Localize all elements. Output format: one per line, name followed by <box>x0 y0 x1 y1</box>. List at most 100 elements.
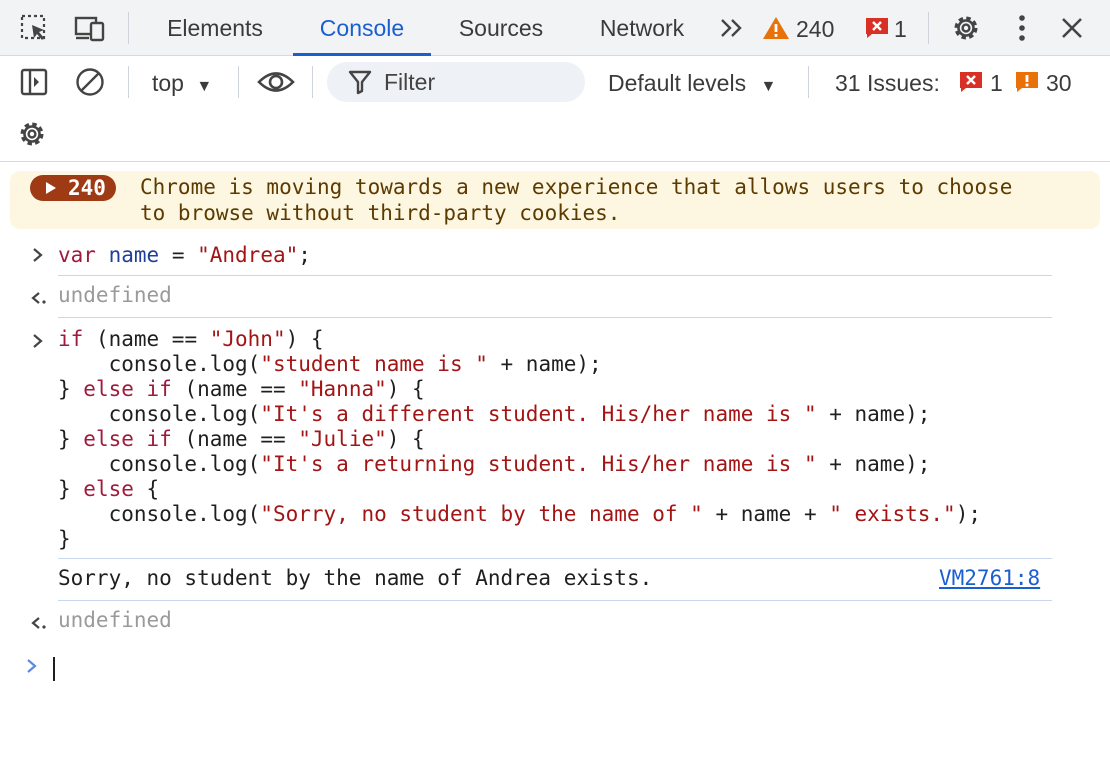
code-keyword: else if <box>83 377 172 401</box>
console-command-line[interactable]: } else { <box>58 477 159 502</box>
settings-gear-icon[interactable] <box>950 12 982 44</box>
console-prompt-chevron-icon <box>24 655 40 683</box>
clear-console-icon[interactable] <box>74 66 106 98</box>
return-value-arrow-icon <box>30 612 48 640</box>
close-icon[interactable] <box>1056 12 1088 44</box>
code-text: + name); <box>816 402 931 426</box>
console-toolbar: top ▼ Filter Default levels ▼ 31 Issues:… <box>0 56 1110 162</box>
error-icon <box>861 12 893 44</box>
code-text: ); <box>955 502 981 526</box>
issues-label[interactable]: 31 Issues: <box>835 68 940 98</box>
sidebar-toggle-icon[interactable] <box>18 66 50 98</box>
tab-console-label: Console <box>319 15 405 41</box>
code-keyword: var <box>58 243 96 267</box>
code-text: { <box>133 477 160 501</box>
warnings-count[interactable]: 240 <box>796 0 834 56</box>
text-cursor <box>53 657 55 681</box>
filter-placeholder: Filter <box>384 69 436 95</box>
code-text: console.log( <box>58 402 261 426</box>
console-command-line[interactable]: console.log("student name is " + name); <box>58 352 602 377</box>
console-command-line[interactable]: } else if (name == "Hanna") { <box>58 377 425 402</box>
tab-elements-label: Elements <box>167 15 263 41</box>
code-string: " exists." <box>829 502 956 526</box>
chevron-down-icon: ▼ <box>196 78 213 95</box>
code-keyword: if <box>58 327 84 351</box>
console-settings-gear-icon[interactable] <box>16 118 48 150</box>
code-text: } <box>58 377 84 401</box>
console-command-line[interactable]: if (name == "John") { <box>58 327 324 352</box>
code-keyword: else <box>83 477 134 501</box>
issues-warnings-count: 30 <box>1046 70 1072 96</box>
issues-error-icon[interactable] <box>958 66 984 98</box>
entry-divider <box>58 600 1052 601</box>
code-text: ) { <box>386 377 425 401</box>
entry-divider <box>58 558 1052 559</box>
console-command-line[interactable]: console.log("It's a returning student. H… <box>58 452 931 477</box>
divider <box>312 66 313 98</box>
chevron-down-icon: ▼ <box>760 78 777 95</box>
code-string: "John" <box>209 327 286 351</box>
code-text: ) { <box>285 327 324 351</box>
errors-count[interactable]: 1 <box>894 0 907 56</box>
more-options-icon[interactable] <box>1006 12 1038 44</box>
context-selector[interactable]: top ▼ <box>152 68 212 102</box>
input-chevron-icon <box>30 244 46 272</box>
code-text: } <box>58 527 71 551</box>
code-text: } <box>58 477 84 501</box>
devtools-tab-bar: Elements Console Sources Network 240 1 <box>0 0 1110 56</box>
context-selector-label: top <box>152 70 184 96</box>
device-toolbar-icon[interactable] <box>74 12 106 44</box>
tab-sources-label: Sources <box>458 15 544 41</box>
code-text: (name == <box>171 427 299 451</box>
warning-line-2: to browse without third-party cookies. <box>140 201 621 225</box>
divider <box>128 66 129 98</box>
issues-warning-icon[interactable] <box>1014 66 1040 98</box>
code-text: ) { <box>386 427 425 451</box>
code-string: "Andrea" <box>197 243 299 267</box>
inspect-element-icon[interactable] <box>18 12 50 44</box>
code-string: "Julie" <box>298 427 387 451</box>
code-variable: name <box>108 243 160 267</box>
code-text: (name == <box>83 327 210 351</box>
console-input[interactable] <box>50 650 1090 690</box>
code-text: } <box>58 427 84 451</box>
code-text: console.log( <box>58 452 261 476</box>
console-command-line[interactable]: } <box>58 527 71 552</box>
tab-console[interactable]: Console <box>293 0 431 56</box>
console-command-line[interactable]: } else if (name == "Julie") { <box>58 427 425 452</box>
input-chevron-icon <box>30 330 46 358</box>
warning-badge-count: 240 <box>68 176 106 200</box>
code-text: + name + <box>702 502 830 526</box>
code-string: "It's a returning student. His/her name … <box>260 452 817 476</box>
code-string: "student name is " <box>260 352 488 376</box>
code-operator: = <box>159 243 198 267</box>
code-text: (name == <box>171 377 299 401</box>
tab-network[interactable]: Network <box>592 0 692 55</box>
entry-divider <box>58 275 1052 276</box>
warning-message: Chrome is moving towards a new experienc… <box>140 174 1012 226</box>
console-command-line[interactable]: console.log("Sorry, no student by the na… <box>58 502 981 527</box>
log-levels-dropdown[interactable]: Default levels ▼ <box>608 68 776 102</box>
divider <box>808 66 809 98</box>
return-value: undefined <box>58 283 172 307</box>
tab-elements[interactable]: Elements <box>160 0 270 55</box>
log-levels-label: Default levels <box>608 70 747 96</box>
divider <box>238 66 239 98</box>
code-punctuation: ; <box>298 243 311 267</box>
expand-triangle-icon <box>46 182 56 194</box>
console-command[interactable]: var name = "Andrea"; <box>58 243 311 268</box>
warning-count-badge[interactable]: 240 <box>30 175 116 201</box>
live-expression-eye-icon[interactable] <box>256 66 296 98</box>
console-command-line[interactable]: console.log("It's a different student. H… <box>58 402 931 427</box>
issues-errors-count: 1 <box>990 70 1003 96</box>
warning-line-1: Chrome is moving towards a new experienc… <box>140 175 1013 199</box>
code-string: "Hanna" <box>298 377 387 401</box>
tab-network-label: Network <box>599 15 685 41</box>
code-string: "It's a different student. His/her name … <box>260 402 817 426</box>
tab-sources[interactable]: Sources <box>452 0 550 55</box>
log-message: Sorry, no student by the name of Andrea … <box>58 566 653 590</box>
code-keyword: else if <box>83 427 172 451</box>
warning-triangle-icon <box>760 12 792 44</box>
log-source-link[interactable]: VM2761:8 <box>939 566 1040 591</box>
more-tabs-chevron-icon[interactable] <box>716 12 748 44</box>
